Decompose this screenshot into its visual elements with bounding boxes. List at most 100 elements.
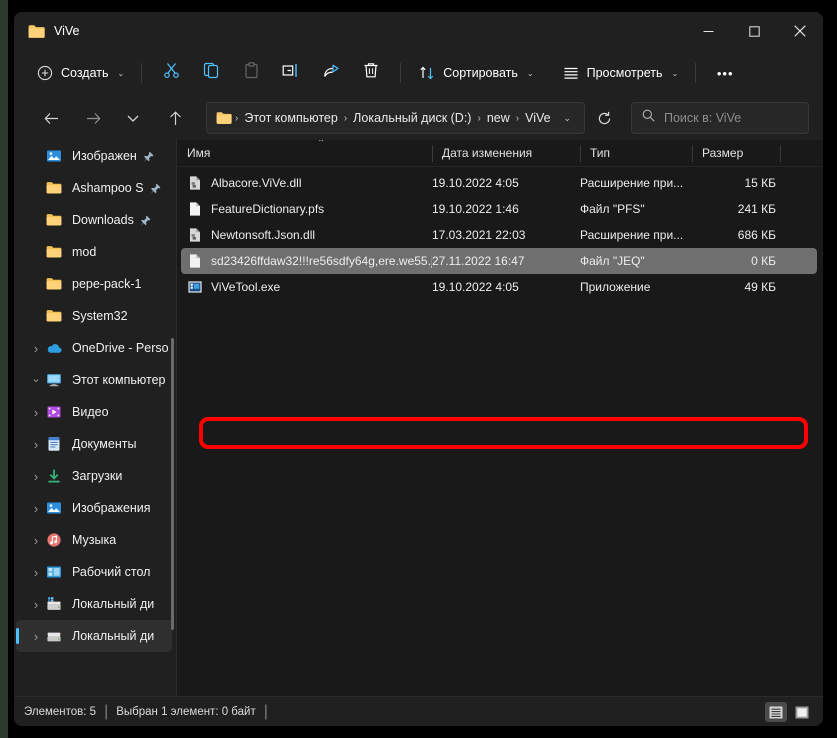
chevron-down-icon[interactable]: ⌄ bbox=[28, 372, 44, 385]
chevron-right-icon[interactable]: › bbox=[28, 341, 44, 356]
sidebar-scrollbar[interactable] bbox=[171, 338, 174, 630]
pictures-icon bbox=[44, 148, 64, 164]
address-bar-row: › Этот компьютер › Локальный диск (D:) ›… bbox=[14, 96, 823, 140]
new-button[interactable]: Создать ⌄ bbox=[28, 57, 132, 89]
sidebar-item-label: OneDrive - Perso bbox=[72, 341, 169, 355]
file-size-cell: 49 КБ bbox=[692, 280, 776, 294]
details-view-button[interactable] bbox=[765, 702, 787, 722]
tiles-view-button[interactable] bbox=[791, 702, 813, 722]
list-lines-icon bbox=[562, 64, 580, 82]
search-box[interactable]: Поиск в: ViVe bbox=[631, 102, 809, 134]
sidebar-item-10[interactable]: ›Загрузки bbox=[16, 460, 172, 492]
more-options-button[interactable]: ••• bbox=[705, 57, 745, 89]
sidebar-item-15[interactable]: ›Локальный ди bbox=[16, 620, 172, 652]
chevron-right-icon[interactable]: › bbox=[28, 629, 44, 644]
back-button[interactable] bbox=[36, 103, 66, 133]
drive-icon bbox=[44, 628, 64, 644]
sidebar-item-0[interactable]: ›Изображен bbox=[16, 140, 172, 172]
chevron-right-icon[interactable]: › bbox=[28, 597, 44, 612]
breadcrumb-segment-2[interactable]: new bbox=[482, 108, 515, 128]
desktop-left-strip bbox=[0, 0, 8, 738]
sidebar-item-6[interactable]: › OneDrive - Perso bbox=[16, 332, 172, 364]
chevron-right-icon[interactable]: › bbox=[28, 565, 44, 580]
recent-locations-button[interactable] bbox=[118, 103, 148, 133]
column-header-name[interactable]: Имя ⌃ bbox=[177, 140, 432, 167]
toolbar-divider-3 bbox=[695, 63, 696, 83]
file-name-label: Albacore.ViVe.dll bbox=[211, 176, 302, 190]
sidebar-item-8[interactable]: ›Видео bbox=[16, 396, 172, 428]
view-toggle-group bbox=[765, 697, 813, 726]
file-name-cell: sd23426ffdaw32!!!re56sdfy64g,ere.we55.je… bbox=[181, 253, 432, 269]
sidebar-item-1[interactable]: ›Ashampoo S bbox=[16, 172, 172, 204]
file-date-cell: 27.11.2022 16:47 bbox=[432, 254, 580, 268]
video-icon bbox=[44, 404, 64, 420]
cut-button[interactable] bbox=[151, 57, 191, 89]
search-input[interactable]: Поиск в: ViVe bbox=[664, 111, 741, 125]
column-header-type[interactable]: Тип bbox=[580, 140, 692, 167]
sidebar-item-13[interactable]: › Рабочий стол bbox=[16, 556, 172, 588]
sidebar-item-12[interactable]: ›Музыка bbox=[16, 524, 172, 556]
folder-icon bbox=[44, 308, 64, 324]
minimize-button[interactable] bbox=[685, 12, 731, 50]
sidebar-item-7[interactable]: ⌄Этот компьютер bbox=[16, 364, 172, 396]
breadcrumb-segment-3[interactable]: ViVe bbox=[520, 108, 556, 128]
chevron-right-icon[interactable]: › bbox=[28, 437, 44, 452]
up-button[interactable] bbox=[160, 103, 190, 133]
chevron-down-icon-sort: ⌄ bbox=[527, 69, 534, 78]
sidebar-item-3[interactable]: ›mod bbox=[16, 236, 172, 268]
sidebar-item-label: Рабочий стол bbox=[72, 565, 150, 579]
file-size-cell: 0 КБ bbox=[692, 254, 776, 268]
refresh-button[interactable] bbox=[589, 104, 619, 132]
file-date-cell: 19.10.2022 4:05 bbox=[432, 176, 580, 190]
sidebar-item-11[interactable]: ›Изображения bbox=[16, 492, 172, 524]
sidebar-item-4[interactable]: ›pepe-pack-1 bbox=[16, 268, 172, 300]
breadcrumb-segment-1[interactable]: Локальный диск (D:) bbox=[348, 108, 476, 128]
sidebar-item-2[interactable]: ›Downloads bbox=[16, 204, 172, 236]
sort-button-label: Сортировать bbox=[443, 66, 518, 80]
navigation-sidebar[interactable]: ›Изображен›Ashampoo S›Downloads›mod›pepe… bbox=[14, 140, 176, 696]
share-button[interactable] bbox=[311, 57, 351, 89]
status-separator-2: | bbox=[256, 703, 276, 721]
sidebar-item-label: Downloads bbox=[72, 213, 134, 227]
table-row[interactable]: ViVeTool.exe19.10.2022 4:05Приложение49 … bbox=[181, 274, 817, 300]
file-type-cell: Расширение при... bbox=[580, 176, 692, 190]
breadcrumb-folder-icon bbox=[216, 111, 232, 125]
sidebar-item-14[interactable]: ›Локальный ди bbox=[16, 588, 172, 620]
table-row[interactable]: sd23426ffdaw32!!!re56sdfy64g,ere.we55.je… bbox=[181, 248, 817, 274]
paste-button[interactable] bbox=[231, 57, 271, 89]
close-button[interactable] bbox=[777, 12, 823, 50]
column-header-date-label: Дата изменения bbox=[442, 146, 532, 160]
view-button[interactable]: Просмотреть ⌄ bbox=[554, 57, 687, 89]
sort-button[interactable]: Сортировать ⌄ bbox=[410, 57, 541, 89]
breadcrumb[interactable]: › Этот компьютер › Локальный диск (D:) ›… bbox=[206, 102, 585, 134]
rename-button[interactable] bbox=[271, 57, 311, 89]
column-header-date[interactable]: Дата изменения bbox=[432, 140, 580, 167]
sidebar-item-9[interactable]: ›Документы bbox=[16, 428, 172, 460]
breadcrumb-segment-0[interactable]: Этот компьютер bbox=[239, 108, 342, 128]
chevron-right-icon[interactable]: › bbox=[28, 405, 44, 420]
breadcrumb-dropdown-icon[interactable]: ⌄ bbox=[556, 113, 578, 124]
folder-icon bbox=[44, 276, 64, 292]
desktop-icon bbox=[44, 564, 64, 580]
chevron-right-icon[interactable]: › bbox=[28, 501, 44, 516]
sidebar-item-label: Изображен bbox=[72, 149, 137, 163]
delete-button[interactable] bbox=[351, 57, 391, 89]
plus-circle-icon bbox=[36, 64, 54, 82]
status-selection-info: Выбран 1 элемент: 0 байт bbox=[116, 706, 255, 718]
documents-icon bbox=[44, 436, 64, 452]
dll-icon bbox=[187, 175, 203, 191]
chevron-right-icon[interactable]: › bbox=[28, 469, 44, 484]
table-row[interactable]: Albacore.ViVe.dll 19.10.2022 4:05Расширен… bbox=[181, 170, 817, 196]
table-row[interactable]: FeatureDictionary.pfs19.10.2022 1:46Файл… bbox=[181, 196, 817, 222]
file-type-cell: Приложение bbox=[580, 280, 692, 294]
copy-button[interactable] bbox=[191, 57, 231, 89]
status-item-count: Элементов: 5 bbox=[24, 706, 96, 718]
column-header-size[interactable]: Размер bbox=[692, 140, 780, 167]
folder-icon bbox=[44, 244, 64, 260]
forward-button[interactable] bbox=[78, 103, 108, 133]
table-row[interactable]: Newtonsoft.Json.dll17.03.2021 22:03Расши… bbox=[181, 222, 817, 248]
file-name-label: Newtonsoft.Json.dll bbox=[211, 228, 315, 242]
maximize-button[interactable] bbox=[731, 12, 777, 50]
sidebar-item-5[interactable]: ›System32 bbox=[16, 300, 172, 332]
chevron-right-icon[interactable]: › bbox=[28, 533, 44, 548]
